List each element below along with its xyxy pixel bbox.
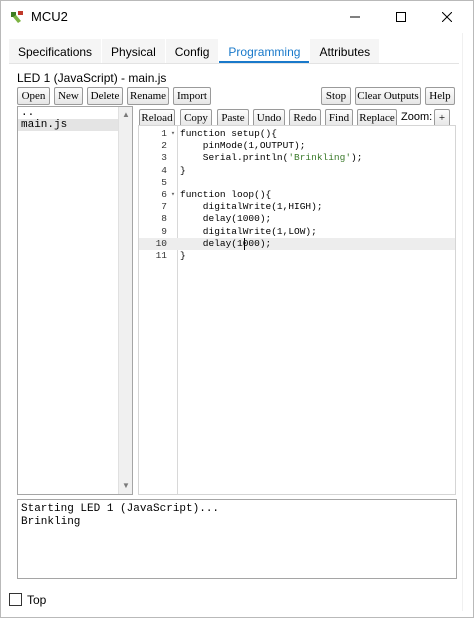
code-line[interactable]: 4} xyxy=(139,165,455,177)
code-text: delay(1000); xyxy=(180,213,272,225)
maximize-button[interactable] xyxy=(378,1,424,33)
import-button[interactable]: Import xyxy=(173,87,211,105)
line-number: 9 xyxy=(161,225,167,237)
tab-specifications[interactable]: Specifications xyxy=(9,39,102,63)
console-line: Brinkling xyxy=(21,516,81,528)
tab-config[interactable]: Config xyxy=(165,39,219,63)
console-line: Starting LED 1 (JavaScript)... xyxy=(21,503,220,515)
line-number: 10 xyxy=(155,237,167,249)
close-button[interactable] xyxy=(424,1,470,33)
code-text: digitalWrite(1,LOW); xyxy=(180,225,317,237)
code-text: } xyxy=(180,250,186,261)
minimize-icon xyxy=(350,16,360,18)
line-number: 4 xyxy=(161,164,167,176)
content-edge xyxy=(462,33,463,611)
code-text: delay(1000); xyxy=(180,237,272,249)
always-on-top-label: Top xyxy=(27,593,47,607)
text-caret xyxy=(244,237,245,250)
file-list-scrollbar[interactable]: ▲ ▼ xyxy=(118,107,132,494)
code-text: Serial.println('Brinkling'); xyxy=(180,152,363,164)
code-text: } xyxy=(180,164,186,176)
output-console[interactable]: Starting LED 1 (JavaScript)... Brinkling xyxy=(17,499,457,579)
fold-toggle-icon[interactable]: ▾ xyxy=(169,128,177,140)
line-number: 5 xyxy=(161,176,167,188)
file-list[interactable]: .. main.js ▲ ▼ xyxy=(17,106,133,495)
line-number: 8 xyxy=(161,213,167,225)
tab-divider xyxy=(9,63,459,64)
line-number: 3 xyxy=(161,152,167,164)
code-line[interactable]: 8 delay(1000); xyxy=(139,213,455,225)
code-text: function setup(){ xyxy=(180,128,277,139)
help-button[interactable]: Help xyxy=(425,87,455,105)
zoom-label: Zoom: xyxy=(401,111,433,123)
code-line[interactable]: 1 ▾ function setup(){ xyxy=(139,128,455,140)
minimize-button[interactable] xyxy=(332,1,378,33)
code-text: function loop(){ xyxy=(180,189,272,200)
file-item-main-js[interactable]: main.js xyxy=(18,119,118,131)
code-text: digitalWrite(1,HIGH); xyxy=(180,201,323,213)
always-on-top-checkbox[interactable] xyxy=(9,593,22,606)
tab-bar: Specifications Physical Config Programmi… xyxy=(9,39,380,63)
scroll-up-icon[interactable]: ▲ xyxy=(119,108,133,122)
cisco-mcu-icon xyxy=(9,9,25,25)
code-line[interactable]: 5 xyxy=(139,177,455,189)
line-number: 11 xyxy=(155,250,167,261)
tab-attributes[interactable]: Attributes xyxy=(310,39,380,63)
code-text: pinMode(1,OUTPUT); xyxy=(180,140,306,152)
code-editor[interactable]: 1 ▾ function setup(){2 pinMode(1,OUTPUT); 3… xyxy=(138,125,456,495)
open-button[interactable]: Open xyxy=(17,87,50,105)
clear-outputs-button[interactable]: Clear Outputs xyxy=(355,87,421,105)
code-line[interactable]: 2 pinMode(1,OUTPUT); xyxy=(139,140,455,152)
project-file-title: LED 1 (JavaScript) - main.js xyxy=(17,71,167,85)
tab-physical[interactable]: Physical xyxy=(102,39,165,63)
code-line[interactable]: 11} xyxy=(139,250,455,262)
string-literal: 'Brinkling' xyxy=(288,152,352,164)
fold-toggle-icon[interactable]: ▾ xyxy=(169,189,177,201)
code-line[interactable]: 6 ▾ function loop(){ xyxy=(139,189,455,201)
code-line[interactable]: 9 digitalWrite(1,LOW); xyxy=(139,226,455,238)
new-button[interactable]: New xyxy=(54,87,83,105)
line-number: 6 xyxy=(161,189,167,200)
title-bar[interactable]: MCU2 xyxy=(1,1,473,33)
mcu-window: MCU2 Specifications Physical Config Prog… xyxy=(0,0,474,618)
line-number: 2 xyxy=(161,140,167,152)
line-number: 7 xyxy=(161,201,167,213)
code-line[interactable]: 10 delay(1000); xyxy=(139,237,455,250)
file-item-parent[interactable]: .. xyxy=(18,107,118,119)
stop-button[interactable]: Stop xyxy=(321,87,351,105)
tab-programming[interactable]: Programming xyxy=(219,39,310,63)
maximize-icon xyxy=(396,12,406,22)
scroll-down-icon[interactable]: ▼ xyxy=(119,479,133,493)
window-title: MCU2 xyxy=(31,9,68,24)
delete-button[interactable]: Delete xyxy=(87,87,123,105)
code-line[interactable]: 7 digitalWrite(1,HIGH); xyxy=(139,201,455,213)
close-icon xyxy=(442,12,452,22)
line-number: 1 xyxy=(161,128,167,139)
code-line[interactable]: 3 Serial.println('Brinkling'); xyxy=(139,152,455,164)
rename-button[interactable]: Rename xyxy=(127,87,169,105)
